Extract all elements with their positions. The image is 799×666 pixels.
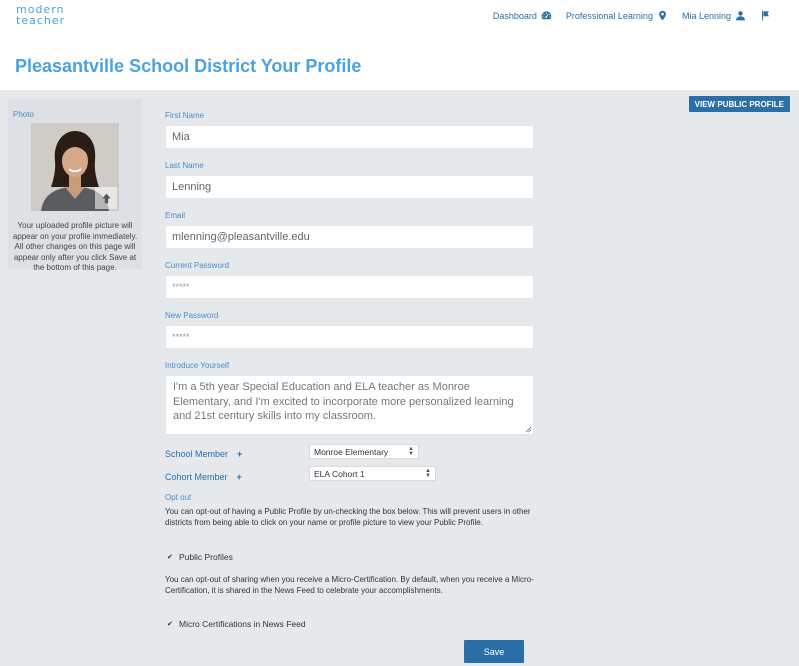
flag-icon: [762, 10, 769, 21]
resize-handle-icon[interactable]: [525, 426, 532, 433]
cohort-member-select[interactable]: ELA Cohort 1 ▲ ▼: [309, 466, 436, 481]
public-profiles-checkbox[interactable]: ✔: [167, 554, 174, 561]
nav-professional-learning-label: Professional Learning: [565, 10, 653, 21]
nav-user-name: Mia Lenning: [681, 10, 731, 21]
photo-panel: Photo Your uploaded profile picture will…: [8, 99, 142, 272]
current-password-label: Current Password: [165, 261, 230, 270]
photo-label: Photo: [13, 110, 34, 119]
public-profiles-option: ✔ Public Profiles: [167, 552, 233, 562]
first-name-field[interactable]: Mia: [165, 125, 534, 149]
introduce-yourself-textarea[interactable]: I'm a 5th year Special Education and ELA…: [165, 375, 534, 435]
public-profile-optout-text: You can opt-out of having a Public Profi…: [165, 507, 531, 527]
profile-photo[interactable]: [31, 123, 119, 211]
top-nav: Dashboard Professional Learning Mia Lenn…: [493, 10, 771, 21]
nav-flag[interactable]: [760, 10, 771, 21]
email-label: Email: [165, 211, 186, 220]
location-pin-icon: [659, 10, 666, 21]
email-field[interactable]: mlenning@pleasantville.edu: [165, 225, 534, 249]
speedometer-icon: [541, 11, 552, 20]
save-button[interactable]: Save: [464, 640, 524, 663]
current-password-field[interactable]: *****: [165, 275, 534, 299]
school-member-selected: Monroe Elementary: [314, 446, 389, 457]
add-cohort-member-button[interactable]: +: [237, 472, 242, 482]
upload-photo-button[interactable]: [95, 187, 117, 209]
cohort-member-selected: ELA Cohort 1: [314, 468, 365, 479]
micro-cert-option: ✔ Micro Certifications in News Feed: [167, 619, 306, 629]
nav-dashboard[interactable]: Dashboard: [493, 10, 552, 21]
cohort-member-row: Cohort Member +: [165, 472, 242, 482]
select-arrows-icon: ▲ ▼: [408, 445, 414, 457]
page-title: Pleasantville School District Your Profi…: [15, 56, 362, 76]
nav-user-menu[interactable]: Mia Lenning: [682, 10, 746, 21]
school-member-row: School Member +: [165, 449, 242, 459]
micro-cert-label: Micro Certifications in News Feed: [179, 619, 306, 629]
photo-note: Your uploaded profile picture will appea…: [12, 221, 138, 272]
cohort-member-label: Cohort Member: [165, 472, 228, 482]
upload-arrow-icon: [101, 193, 111, 203]
micro-cert-checkbox[interactable]: ✔: [167, 621, 174, 628]
nav-dashboard-label: Dashboard: [492, 10, 537, 21]
school-member-label: School Member: [165, 449, 229, 459]
add-school-member-button[interactable]: +: [237, 449, 242, 459]
school-member-select[interactable]: Monroe Elementary ▲ ▼: [309, 444, 419, 459]
introduce-yourself-text: I'm a 5th year Special Education and ELA…: [173, 381, 514, 422]
new-password-label: New Password: [165, 311, 219, 320]
last-name-label: Last Name: [165, 161, 204, 170]
modern-teacher-logo[interactable]: modern teacher: [16, 4, 65, 26]
micro-cert-optout-text: You can opt-out of sharing when you rece…: [165, 575, 534, 595]
user-icon: [736, 11, 745, 21]
first-name-label: First Name: [165, 111, 205, 120]
view-public-profile-button[interactable]: VIEW PUBLIC PROFILE: [688, 96, 790, 112]
nav-professional-learning[interactable]: Professional Learning: [566, 10, 668, 21]
opt-out-title: Opt out: [165, 493, 192, 502]
top-bar: modern teacher Dashboard Professional Le…: [0, 0, 799, 90]
new-password-field[interactable]: *****: [165, 325, 534, 349]
select-arrows-icon: ▲ ▼: [425, 467, 431, 479]
logo-line-2: teacher: [16, 14, 66, 27]
introduce-yourself-label: Introduce Yourself: [165, 361, 230, 370]
public-profiles-label: Public Profiles: [179, 552, 233, 562]
last-name-field[interactable]: Lenning: [165, 175, 534, 199]
